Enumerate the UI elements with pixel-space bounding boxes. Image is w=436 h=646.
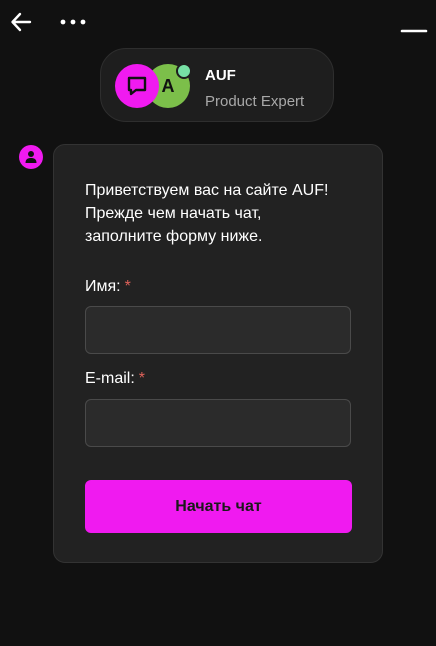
brand-avatar bbox=[115, 64, 159, 108]
minimize-button[interactable] bbox=[398, 18, 428, 38]
required-mark: * bbox=[138, 370, 146, 387]
back-button[interactable] bbox=[10, 10, 34, 34]
message-avatar bbox=[19, 145, 43, 169]
name-label-text: Имя: bbox=[85, 278, 121, 295]
prechat-form-card: Приветствуем вас на сайте AUF! Прежде че… bbox=[53, 144, 383, 563]
user-icon bbox=[25, 151, 37, 163]
email-field-label: E-mail: * bbox=[85, 370, 145, 388]
agent-name: AUF bbox=[205, 67, 236, 84]
chat-bubble-icon bbox=[127, 76, 147, 96]
more-horizontal-icon bbox=[60, 19, 86, 25]
greeting-line: Приветствуем вас на сайте AUF! bbox=[85, 182, 329, 199]
agent-card: A AUF Product Expert bbox=[100, 48, 334, 122]
name-field-label: Имя: * bbox=[85, 278, 131, 296]
greeting-line: Прежде чем начать чат, bbox=[85, 205, 262, 222]
minimize-icon bbox=[400, 29, 428, 33]
email-input[interactable] bbox=[85, 399, 351, 447]
required-mark: * bbox=[124, 278, 131, 295]
greeting-text: Приветствуем вас на сайте AUF! Прежде че… bbox=[85, 179, 365, 248]
agent-initial: A bbox=[161, 76, 175, 96]
top-bar bbox=[0, 0, 436, 46]
arrow-left-icon bbox=[11, 12, 32, 32]
greeting-line: заполните форму ниже. bbox=[85, 228, 263, 245]
start-chat-button[interactable]: Начать чат bbox=[85, 480, 352, 533]
name-input[interactable] bbox=[85, 306, 351, 354]
online-status-dot bbox=[176, 63, 192, 79]
email-label-text: E-mail: bbox=[85, 370, 135, 387]
more-options-button[interactable] bbox=[58, 12, 88, 32]
agent-role: Product Expert bbox=[205, 93, 305, 110]
